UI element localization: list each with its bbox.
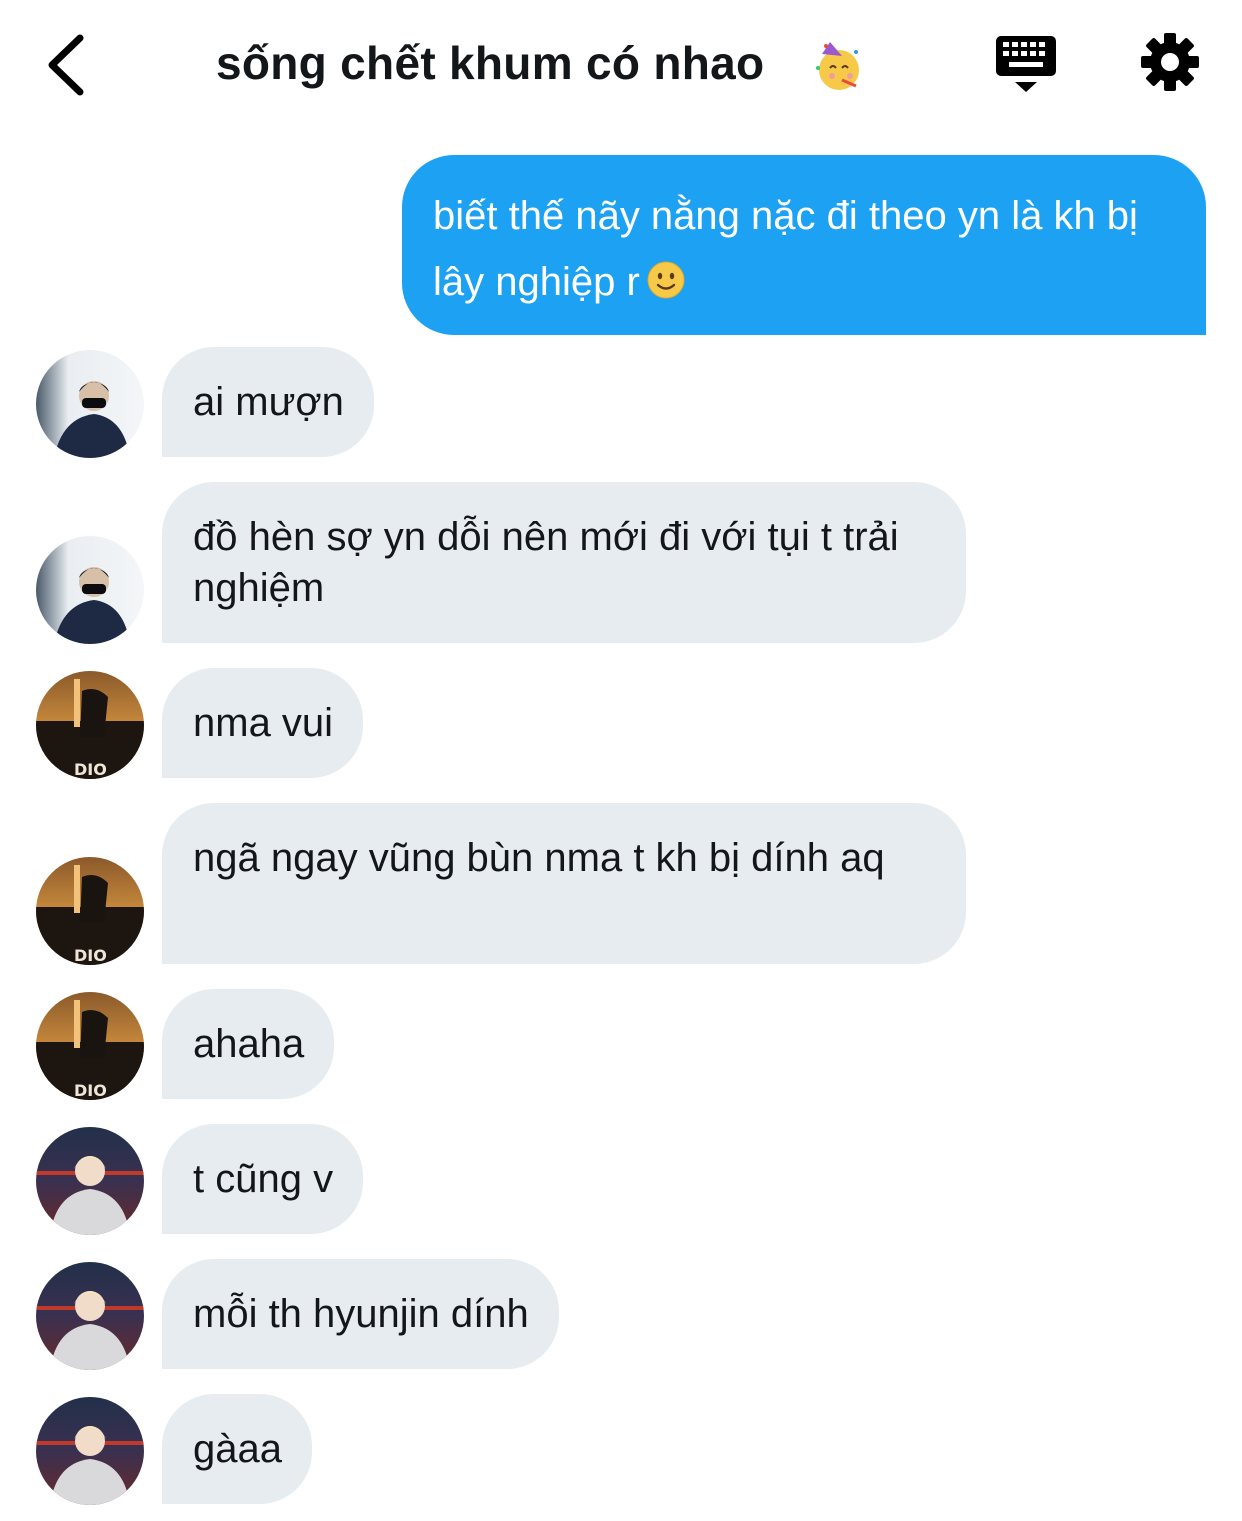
chat-header: sống chết khum có nhao (0, 0, 1242, 135)
avatar[interactable]: DIO (36, 671, 144, 779)
avatar[interactable]: DIO (36, 992, 144, 1100)
svg-text:DIO: DIO (74, 760, 107, 779)
avatar[interactable] (36, 350, 144, 458)
outgoing-message-bubble[interactable]: biết thế nãy nằng nặc đi theo yn là kh b… (402, 155, 1206, 335)
conversation-title: sống chết khum có nhao (216, 37, 765, 89)
avatar[interactable] (36, 536, 144, 644)
svg-text:DIO: DIO (74, 946, 107, 965)
message-text: biết thế nãy nằng nặc đi theo yn là kh b… (433, 194, 1138, 304)
incoming-message-bubble[interactable]: gàaa (162, 1394, 312, 1504)
message-text: mỗi th hyunjin dính (193, 1292, 529, 1336)
incoming-message-bubble[interactable]: ahaha (162, 989, 335, 1099)
message-text: t cũng v (193, 1157, 334, 1201)
incoming-message-bubble[interactable]: t cũng v (162, 1124, 364, 1234)
incoming-message-bubble[interactable]: ngã ngay vũng bùn nma t kh bị dính aq (162, 803, 966, 964)
gear-icon (1141, 33, 1199, 91)
settings-button[interactable] (1138, 30, 1202, 94)
message-text: ai mượn (193, 380, 344, 424)
avatar[interactable] (36, 1397, 144, 1505)
incoming-message-bubble[interactable]: nma vui (162, 668, 364, 778)
message-text: ahaha (193, 1022, 305, 1066)
keyboard-button[interactable] (993, 32, 1059, 96)
avatar[interactable] (36, 1127, 144, 1235)
back-button[interactable] (40, 30, 100, 100)
incoming-message-bubble[interactable]: ai mượn (162, 347, 374, 457)
avatar[interactable] (36, 1262, 144, 1370)
message-text: đồ hèn sợ yn dỗi nên mới đi với tụi t tr… (193, 515, 899, 610)
chevron-left-icon (48, 34, 84, 96)
message-text: gàaa (193, 1427, 282, 1471)
message-text: nma vui (193, 701, 334, 745)
incoming-message-bubble[interactable]: mỗi th hyunjin dính (162, 1259, 559, 1369)
partying-face-icon (816, 42, 859, 90)
keyboard-icon (996, 36, 1056, 92)
avatar[interactable]: DIO (36, 857, 144, 965)
incoming-message-bubble[interactable]: đồ hèn sợ yn dỗi nên mới đi với tụi t tr… (162, 482, 966, 643)
message-text: ngã ngay vũng bùn nma t kh bị dính aq (193, 836, 885, 880)
slightly-smiling-face-icon (647, 261, 685, 299)
svg-text:DIO: DIO (74, 1081, 107, 1100)
